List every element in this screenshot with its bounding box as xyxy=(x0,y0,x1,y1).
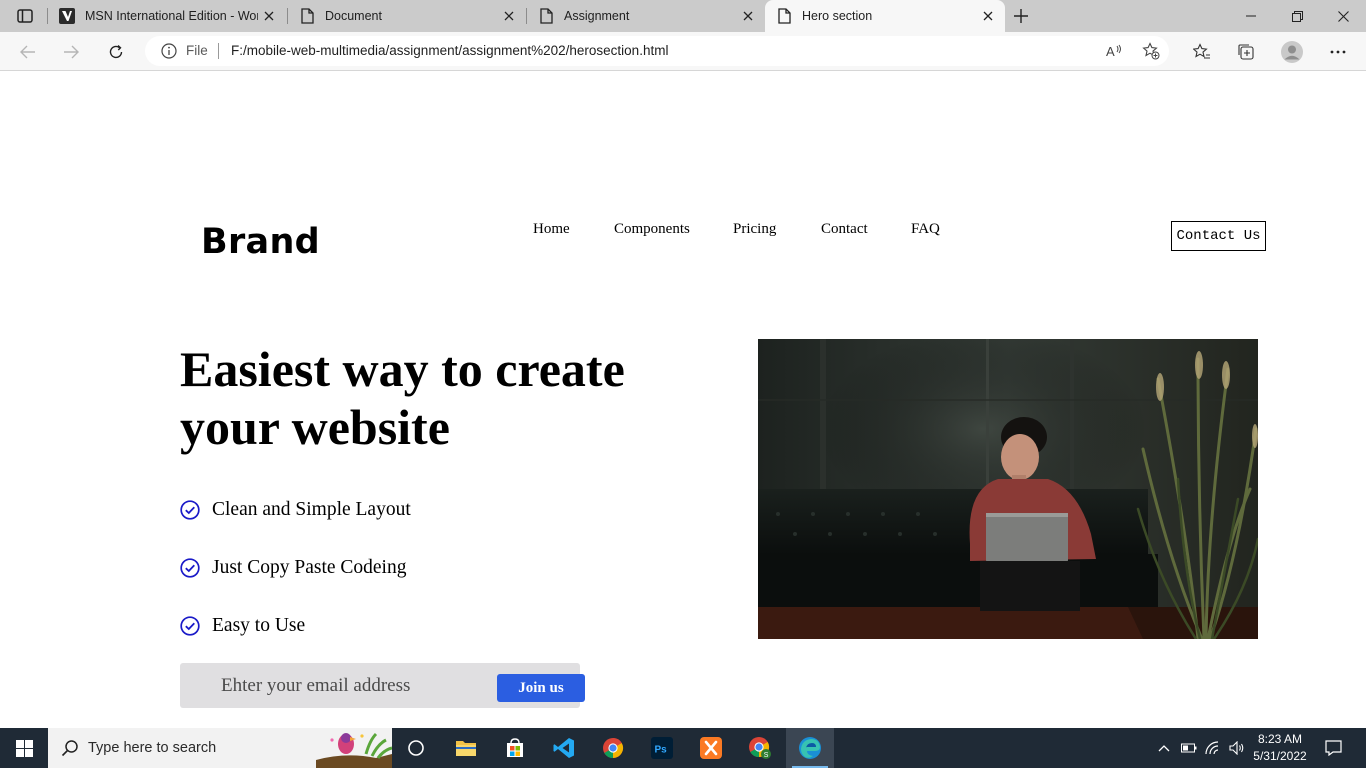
svg-text:S: S xyxy=(764,752,769,759)
taskbar-clock[interactable]: 8:23 AM 5/31/2022 xyxy=(1249,731,1311,765)
refresh-icon[interactable] xyxy=(102,38,130,66)
volume-icon[interactable] xyxy=(1226,728,1248,768)
feature-item: Just Copy Paste Codeing xyxy=(180,554,406,582)
contact-us-button[interactable]: Contact Us xyxy=(1171,221,1266,251)
hero-title-line: your website xyxy=(180,399,450,455)
check-circle-icon xyxy=(180,558,200,578)
check-circle-icon xyxy=(180,500,200,520)
search-placeholder: Type here to search xyxy=(88,740,217,756)
search-icon xyxy=(61,739,79,757)
feature-item: Clean and Simple Layout xyxy=(180,496,411,524)
edge-icon[interactable] xyxy=(786,728,834,768)
hero-title-line: Easiest way to create xyxy=(180,341,625,397)
chrome-profile-icon[interactable]: S xyxy=(736,728,784,768)
notifications-icon[interactable] xyxy=(1320,728,1346,768)
new-tab-icon[interactable] xyxy=(1010,5,1032,27)
svg-text:A: A xyxy=(1106,44,1115,59)
feature-item: Easy to Use xyxy=(180,612,305,640)
store-icon[interactable] xyxy=(491,728,539,768)
add-favorite-icon[interactable] xyxy=(1139,39,1163,63)
collections-icon[interactable] xyxy=(1232,38,1260,66)
feature-text: Just Copy Paste Codeing xyxy=(212,557,407,578)
xampp-icon[interactable] xyxy=(687,728,735,768)
address-bar[interactable]: File F:/mobile-web-multimedia/assignment… xyxy=(145,36,1169,66)
photoshop-icon[interactable]: Ps xyxy=(638,728,686,768)
feature-text: Clean and Simple Layout xyxy=(212,499,411,520)
scheme-label: File xyxy=(186,43,208,58)
clock-time: 8:23 AM xyxy=(1257,732,1303,746)
back-icon[interactable] xyxy=(14,38,42,66)
nav-home[interactable]: Home xyxy=(533,221,570,238)
file-explorer-icon[interactable] xyxy=(442,728,490,768)
nav-contact[interactable]: Contact xyxy=(821,221,868,238)
read-aloud-icon[interactable]: A xyxy=(1103,39,1127,63)
taskbar-search-box[interactable]: Type here to search xyxy=(48,728,393,768)
clock-date: 5/31/2022 xyxy=(1253,749,1307,763)
nav-components[interactable]: Components xyxy=(614,221,690,238)
nav-faq[interactable]: FAQ xyxy=(911,221,940,238)
tab-title: Hero section xyxy=(802,9,873,23)
tab-msn[interactable]: MSN International Edition - Worl xyxy=(48,0,286,32)
info-icon[interactable] xyxy=(161,43,177,59)
page-icon xyxy=(538,8,554,24)
tab-title: MSN International Edition - Worl xyxy=(85,9,258,23)
email-signup-form: Join us xyxy=(180,663,585,708)
favorites-icon[interactable] xyxy=(1188,38,1216,66)
close-window-icon[interactable] xyxy=(1320,0,1366,32)
email-input[interactable] xyxy=(180,663,490,708)
tab-actions-icon[interactable] xyxy=(8,5,42,27)
taskbar: Type here to search Ps S 8:23 AM 5/31/20… xyxy=(0,728,1366,768)
search-highlight-illustration xyxy=(316,728,393,768)
browser-tab-strip: MSN International Edition - Worl Documen… xyxy=(0,0,1366,32)
tab-title: Document xyxy=(325,9,382,23)
nav-pricing[interactable]: Pricing xyxy=(733,221,776,238)
tab-assignment[interactable]: Assignment xyxy=(527,0,765,32)
forward-icon[interactable] xyxy=(57,38,85,66)
feature-text: Easy to Use xyxy=(212,615,306,636)
browser-toolbar: File F:/mobile-web-multimedia/assignment… xyxy=(0,32,1366,71)
profile-avatar-icon[interactable] xyxy=(1278,38,1306,66)
page-icon xyxy=(776,8,792,24)
wifi-icon[interactable] xyxy=(1202,728,1224,768)
close-tab-icon[interactable] xyxy=(737,5,759,27)
close-tab-icon[interactable] xyxy=(498,5,520,27)
hero-image xyxy=(758,339,1258,639)
hero-title: Easiest way to create your website xyxy=(180,340,700,456)
join-us-button[interactable]: Join us xyxy=(497,674,585,702)
check-circle-icon xyxy=(180,616,200,636)
more-options-icon[interactable] xyxy=(1324,38,1352,66)
battery-icon[interactable] xyxy=(1178,728,1200,768)
minimize-icon[interactable] xyxy=(1228,0,1274,32)
vscode-icon[interactable] xyxy=(540,728,588,768)
close-tab-icon[interactable] xyxy=(258,5,280,27)
url-text[interactable]: F:/mobile-web-multimedia/assignment/assi… xyxy=(231,43,668,58)
chrome-icon[interactable] xyxy=(589,728,637,768)
windows-start-icon[interactable] xyxy=(0,728,48,768)
msn-icon xyxy=(59,8,75,24)
restore-icon[interactable] xyxy=(1274,0,1320,32)
tab-title: Assignment xyxy=(564,9,630,23)
tab-document[interactable]: Document xyxy=(288,0,526,32)
brand-logo[interactable]: Brand xyxy=(201,222,320,262)
page-icon xyxy=(299,8,315,24)
tab-hero-section[interactable]: Hero section xyxy=(765,0,1005,32)
task-view-icon[interactable] xyxy=(392,728,440,768)
svg-text:Ps: Ps xyxy=(655,745,668,756)
address-divider xyxy=(218,43,219,59)
close-tab-icon[interactable] xyxy=(977,5,999,27)
show-hidden-icons-icon[interactable] xyxy=(1154,728,1174,768)
